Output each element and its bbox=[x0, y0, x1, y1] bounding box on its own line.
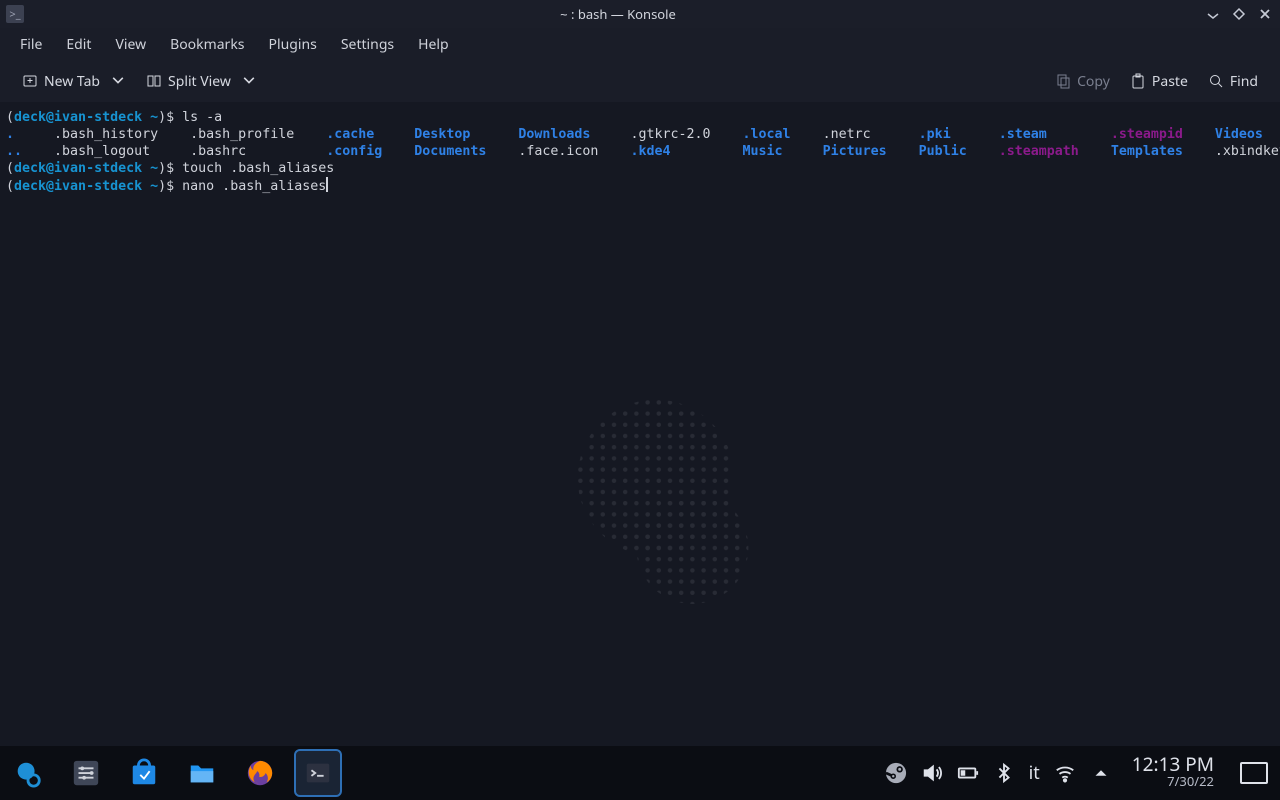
maximize-button[interactable] bbox=[1230, 5, 1248, 23]
find-label: Find bbox=[1230, 72, 1258, 91]
menu-edit[interactable]: Edit bbox=[56, 31, 101, 58]
menu-file[interactable]: File bbox=[10, 31, 52, 58]
keyboard-layout-tray[interactable]: it bbox=[1029, 761, 1040, 785]
paste-label: Paste bbox=[1152, 72, 1188, 91]
show-desktop-button[interactable] bbox=[1234, 762, 1274, 784]
split-view-button[interactable]: Split View bbox=[138, 68, 265, 95]
menu-view[interactable]: View bbox=[105, 31, 156, 58]
menu-bar: File Edit View Bookmarks Plugins Setting… bbox=[0, 28, 1280, 60]
paste-icon bbox=[1130, 73, 1146, 89]
chevron-down-icon bbox=[110, 73, 126, 89]
steamdeck-logo-watermark bbox=[530, 352, 810, 632]
terminal-pane-wrapper: (deck@ivan-stdeck ~)$ ls -a . .bash_hist… bbox=[0, 102, 1280, 746]
new-tab-icon bbox=[22, 73, 38, 89]
desktop-taskbar: it 12:13 PM 7/30/22 bbox=[0, 746, 1280, 800]
menu-bookmarks[interactable]: Bookmarks bbox=[160, 31, 254, 58]
chevron-down-icon bbox=[241, 73, 257, 89]
taskbar-launchers bbox=[6, 751, 340, 795]
minimize-button[interactable] bbox=[1204, 5, 1222, 23]
bluetooth-tray-icon[interactable] bbox=[993, 762, 1015, 784]
battery-tray-icon[interactable] bbox=[957, 762, 979, 784]
konsole-launcher[interactable] bbox=[296, 751, 340, 795]
network-tray-icon[interactable] bbox=[1054, 762, 1076, 784]
tray-expand-icon[interactable] bbox=[1090, 762, 1112, 784]
close-button[interactable] bbox=[1256, 5, 1274, 23]
find-button[interactable]: Find bbox=[1200, 68, 1266, 95]
window-controls bbox=[1204, 5, 1274, 23]
split-view-icon bbox=[146, 73, 162, 89]
copy-label: Copy bbox=[1077, 72, 1110, 91]
taskbar-clock[interactable]: 12:13 PM 7/30/22 bbox=[1126, 756, 1220, 790]
clock-time: 12:13 PM bbox=[1132, 756, 1214, 773]
window-titlebar: >_ ~ : bash — Konsole bbox=[0, 0, 1280, 28]
steam-tray-icon[interactable] bbox=[885, 762, 907, 784]
window-title: ~ : bash — Konsole bbox=[32, 5, 1204, 23]
konsole-app-icon: >_ bbox=[6, 5, 24, 23]
terminal-pane[interactable]: (deck@ivan-stdeck ~)$ ls -a . .bash_hist… bbox=[0, 102, 1280, 746]
system-tray: it 12:13 PM 7/30/22 bbox=[885, 756, 1274, 790]
volume-tray-icon[interactable] bbox=[921, 762, 943, 784]
search-icon bbox=[1208, 73, 1224, 89]
new-tab-label: New Tab bbox=[44, 72, 100, 91]
copy-button[interactable]: Copy bbox=[1047, 68, 1118, 95]
copy-icon bbox=[1055, 73, 1071, 89]
new-tab-button[interactable]: New Tab bbox=[14, 68, 134, 95]
firefox-launcher[interactable] bbox=[238, 751, 282, 795]
toolbar: New Tab Split View Copy Paste Find bbox=[0, 60, 1280, 102]
split-view-label: Split View bbox=[168, 72, 231, 91]
system-settings-launcher[interactable] bbox=[64, 751, 108, 795]
menu-settings[interactable]: Settings bbox=[331, 31, 404, 58]
app-launcher-button[interactable] bbox=[6, 751, 50, 795]
menu-plugins[interactable]: Plugins bbox=[259, 31, 327, 58]
dolphin-files-launcher[interactable] bbox=[180, 751, 224, 795]
menu-help[interactable]: Help bbox=[408, 31, 459, 58]
discover-store-launcher[interactable] bbox=[122, 751, 166, 795]
paste-button[interactable]: Paste bbox=[1122, 68, 1196, 95]
